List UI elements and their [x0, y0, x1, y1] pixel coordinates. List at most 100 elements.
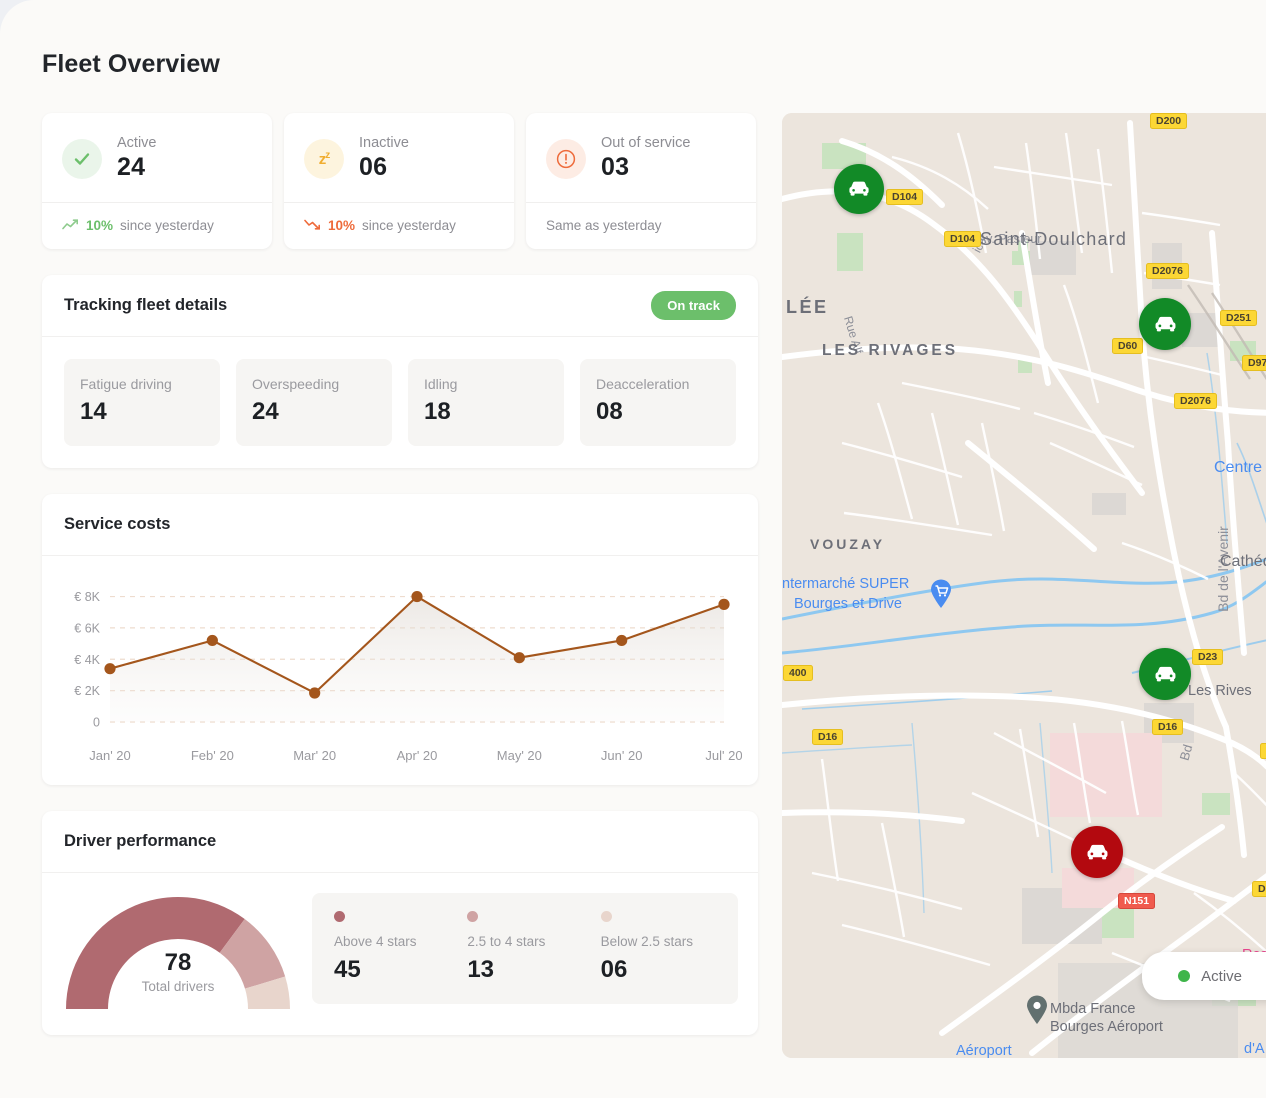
- status-dot-active: [1178, 970, 1190, 982]
- svg-text:€ 8K: € 8K: [74, 590, 100, 604]
- tracking-tiles: Fatigue driving 14 Overspeeding 24 Idlin…: [42, 337, 758, 468]
- stat-text: Inactive 06: [359, 135, 409, 182]
- stat-cards-row: Active 24 10% since yesterday zz: [42, 113, 758, 249]
- stat-value: 24: [117, 153, 157, 182]
- tile-overspeeding[interactable]: Overspeeding 24: [236, 359, 392, 446]
- legend-value: 06: [601, 956, 716, 984]
- panel-title: Service costs: [64, 515, 170, 534]
- grey-place-poi-icon[interactable]: [1026, 995, 1048, 1025]
- road-shield: D251: [1220, 310, 1257, 326]
- stat-footer: 10% since yesterday: [42, 202, 272, 249]
- driver-performance-body: 78 Total drivers Above 4 stars 45 2.5 to…: [42, 873, 758, 1035]
- panel-header: Tracking fleet details On track: [42, 275, 758, 337]
- vehicle-pin-out-of-service[interactable]: [1071, 826, 1123, 878]
- service-costs-panel: Service costs 0€ 2K€ 4K€ 6K€ 8KJan' 20Fe…: [42, 494, 758, 785]
- shopping-cart-poi-icon[interactable]: [930, 579, 952, 609]
- car-icon: [1152, 661, 1179, 688]
- stat-text: Out of service 03: [601, 135, 690, 182]
- sleep-zz-icon: zz: [304, 139, 344, 179]
- tile-value: 14: [80, 398, 204, 426]
- map-legend-label: Active: [1201, 968, 1242, 985]
- legend-dot: [601, 911, 612, 922]
- svg-text:Jun' 20: Jun' 20: [601, 748, 643, 763]
- driver-gauge: 78 Total drivers: [62, 893, 294, 1013]
- tile-value: 08: [596, 398, 720, 426]
- tile-value: 24: [252, 398, 376, 426]
- panel-title: Driver performance: [64, 832, 216, 851]
- stat-trend-pct: 10%: [328, 218, 355, 233]
- road-shield: D23: [1192, 649, 1223, 665]
- stat-card-body: Out of service 03: [526, 113, 756, 202]
- panel-header: Service costs: [42, 494, 758, 556]
- road-shield: D2: [1260, 743, 1266, 759]
- legend-dot: [467, 911, 478, 922]
- legend-item-below-2-5-stars: Below 2.5 stars 06: [601, 911, 716, 984]
- vehicle-pin-active[interactable]: [1139, 648, 1191, 700]
- stat-trend-text: Same as yesterday: [546, 218, 662, 233]
- stat-text: Active 24: [117, 135, 157, 182]
- gauge-total: 78: [62, 949, 294, 977]
- road-shield: D97: [1242, 355, 1266, 371]
- driver-legend: Above 4 stars 45 2.5 to 4 stars 13 Below…: [312, 893, 738, 1004]
- status-badge[interactable]: On track: [651, 291, 736, 320]
- driver-performance-panel: Driver performance 78 Total drivers Abov…: [42, 811, 758, 1035]
- svg-text:Jan' 20: Jan' 20: [89, 748, 131, 763]
- road-shield: N151: [1118, 893, 1155, 909]
- legend-dot: [334, 911, 345, 922]
- trend-down-icon: [304, 218, 321, 233]
- car-icon: [1152, 311, 1179, 338]
- road-shield: D104: [944, 231, 981, 247]
- road-shield: D200: [1150, 113, 1187, 129]
- svg-text:Apr' 20: Apr' 20: [397, 748, 438, 763]
- vehicle-pin-active[interactable]: [834, 164, 884, 214]
- legend-label: Below 2.5 stars: [601, 934, 716, 949]
- stat-card-inactive[interactable]: zz Inactive 06 10% since yesterday: [284, 113, 514, 249]
- vehicle-pin-active[interactable]: [1139, 298, 1191, 350]
- road-shield: 400: [783, 665, 813, 681]
- legend-label: Above 4 stars: [334, 934, 449, 949]
- road-shield: D104: [886, 189, 923, 205]
- stat-label: Out of service: [601, 135, 690, 151]
- road-shield: D16: [1152, 719, 1183, 735]
- road-shield: D60: [1112, 338, 1143, 354]
- stat-footer: Same as yesterday: [526, 202, 756, 249]
- stat-footer: 10% since yesterday: [284, 202, 514, 249]
- line-chart-svg: 0€ 2K€ 4K€ 6K€ 8KJan' 20Feb' 20Mar' 20Ap…: [52, 570, 742, 770]
- stat-trend-pct: 10%: [86, 218, 113, 233]
- svg-text:€ 4K: € 4K: [74, 653, 100, 667]
- gauge-center-text: 78 Total drivers: [62, 949, 294, 994]
- tile-fatigue-driving[interactable]: Fatigue driving 14: [64, 359, 220, 446]
- legend-item-above-4-stars: Above 4 stars 45: [334, 911, 449, 984]
- stat-card-active[interactable]: Active 24 10% since yesterday: [42, 113, 272, 249]
- svg-text:0: 0: [93, 716, 100, 730]
- tile-label: Overspeeding: [252, 376, 376, 392]
- page-title: Fleet Overview: [42, 50, 220, 79]
- check-circle-icon: [62, 139, 102, 179]
- tile-value: 18: [424, 398, 548, 426]
- panel-header: Driver performance: [42, 811, 758, 873]
- stat-label: Inactive: [359, 135, 409, 151]
- fleet-map[interactable]: LÉE ice Rue Alf Av. Pasteur LES RIVAGES …: [782, 113, 1266, 1058]
- svg-text:May' 20: May' 20: [497, 748, 542, 763]
- map-legend-active[interactable]: Active: [1142, 952, 1266, 1000]
- tile-deacceleration[interactable]: Deacceleration 08: [580, 359, 736, 446]
- svg-text:Feb' 20: Feb' 20: [191, 748, 234, 763]
- svg-text:€ 6K: € 6K: [74, 621, 100, 635]
- service-costs-chart: 0€ 2K€ 4K€ 6K€ 8KJan' 20Feb' 20Mar' 20Ap…: [42, 556, 758, 785]
- stat-card-body: Active 24: [42, 113, 272, 202]
- legend-value: 45: [334, 956, 449, 984]
- gauge-total-label: Total drivers: [62, 979, 294, 994]
- map-tiles: [782, 113, 1266, 1058]
- legend-value: 13: [467, 956, 582, 984]
- stat-trend-text: since yesterday: [120, 218, 214, 233]
- tile-idling[interactable]: Idling 18: [408, 359, 564, 446]
- road-shield: D2: [1252, 881, 1266, 897]
- car-icon: [846, 176, 872, 202]
- road-shield: D2076: [1146, 263, 1189, 279]
- stat-trend-text: since yesterday: [362, 218, 456, 233]
- tile-label: Idling: [424, 376, 548, 392]
- road-shield: D2076: [1174, 393, 1217, 409]
- panel-title: Tracking fleet details: [64, 296, 227, 315]
- stat-card-body: zz Inactive 06: [284, 113, 514, 202]
- stat-card-out-of-service[interactable]: Out of service 03 Same as yesterday: [526, 113, 756, 249]
